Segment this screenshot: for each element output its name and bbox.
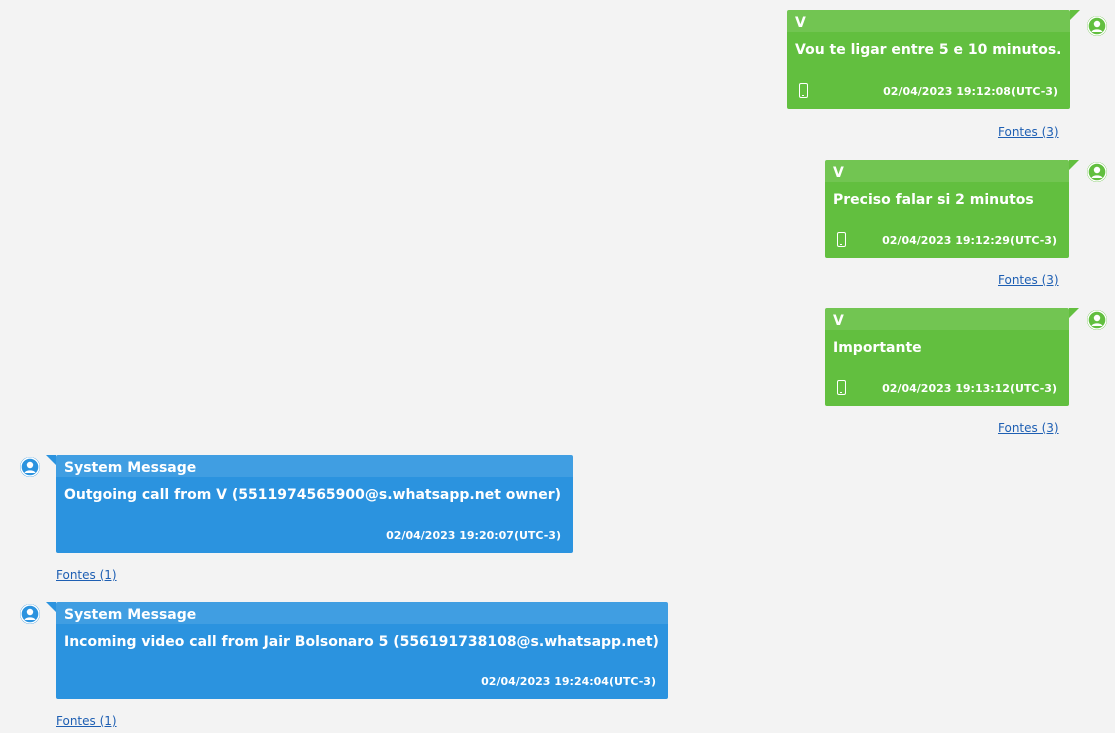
user-avatar-icon xyxy=(20,457,40,477)
sender-name: V xyxy=(825,308,1069,330)
phone-icon xyxy=(837,380,846,395)
phone-icon xyxy=(799,83,808,98)
message-timestamp: 02/04/2023 19:12:08(UTC-3) xyxy=(883,85,1058,98)
sender-name: System Message xyxy=(56,455,573,477)
bubble-tail xyxy=(46,602,56,612)
message-meta: 02/04/2023 19:24:04(UTC-3) xyxy=(64,673,656,691)
user-avatar-icon xyxy=(1087,16,1107,36)
message-timestamp: 02/04/2023 19:13:12(UTC-3) xyxy=(882,382,1057,395)
message-bubble: V Importante 02/04/2023 19:13:12(UTC-3) xyxy=(825,308,1069,406)
sources-link[interactable]: Fontes (1) xyxy=(56,713,117,729)
user-avatar-icon xyxy=(20,604,40,624)
message-meta: 02/04/2023 19:13:12(UTC-3) xyxy=(833,380,1057,398)
sender-name: V xyxy=(787,10,1070,32)
message-bubble: V Preciso falar si 2 minutos 02/04/2023 … xyxy=(825,160,1069,258)
sources-link[interactable]: Fontes (1) xyxy=(56,567,117,583)
user-avatar-icon xyxy=(1087,310,1107,330)
message-text: Importante xyxy=(833,340,922,356)
message-text: Incoming video call from Jair Bolsonaro … xyxy=(64,634,659,650)
message-bubble: System Message Incoming video call from … xyxy=(56,602,668,699)
user-avatar-icon xyxy=(1087,162,1107,182)
message-timestamp: 02/04/2023 19:20:07(UTC-3) xyxy=(386,529,561,542)
bubble-tail xyxy=(1069,160,1079,170)
phone-icon xyxy=(837,232,846,247)
bubble-tail xyxy=(1070,10,1080,20)
message-bubble: V Vou te ligar entre 5 e 10 minutos. 02/… xyxy=(787,10,1070,109)
bubble-tail xyxy=(1069,308,1079,318)
sender-name: V xyxy=(825,160,1069,182)
message-meta: 02/04/2023 19:12:29(UTC-3) xyxy=(833,232,1057,250)
message-meta: 02/04/2023 19:12:08(UTC-3) xyxy=(795,83,1058,101)
message-text: Vou te ligar entre 5 e 10 minutos. xyxy=(795,42,1062,58)
sources-link[interactable]: Fontes (3) xyxy=(998,420,1059,436)
sources-link[interactable]: Fontes (3) xyxy=(998,124,1059,140)
message-meta: 02/04/2023 19:20:07(UTC-3) xyxy=(64,527,561,545)
sender-name: System Message xyxy=(56,602,668,624)
message-timestamp: 02/04/2023 19:24:04(UTC-3) xyxy=(481,675,656,688)
message-timestamp: 02/04/2023 19:12:29(UTC-3) xyxy=(882,234,1057,247)
bubble-tail xyxy=(46,455,56,465)
chat-transcript: V Vou te ligar entre 5 e 10 minutos. 02/… xyxy=(0,0,1115,733)
message-text: Outgoing call from V (5511974565900@s.wh… xyxy=(64,487,562,503)
message-bubble: System Message Outgoing call from V (551… xyxy=(56,455,573,553)
sources-link[interactable]: Fontes (3) xyxy=(998,272,1059,288)
message-text: Preciso falar si 2 minutos xyxy=(833,192,1034,208)
